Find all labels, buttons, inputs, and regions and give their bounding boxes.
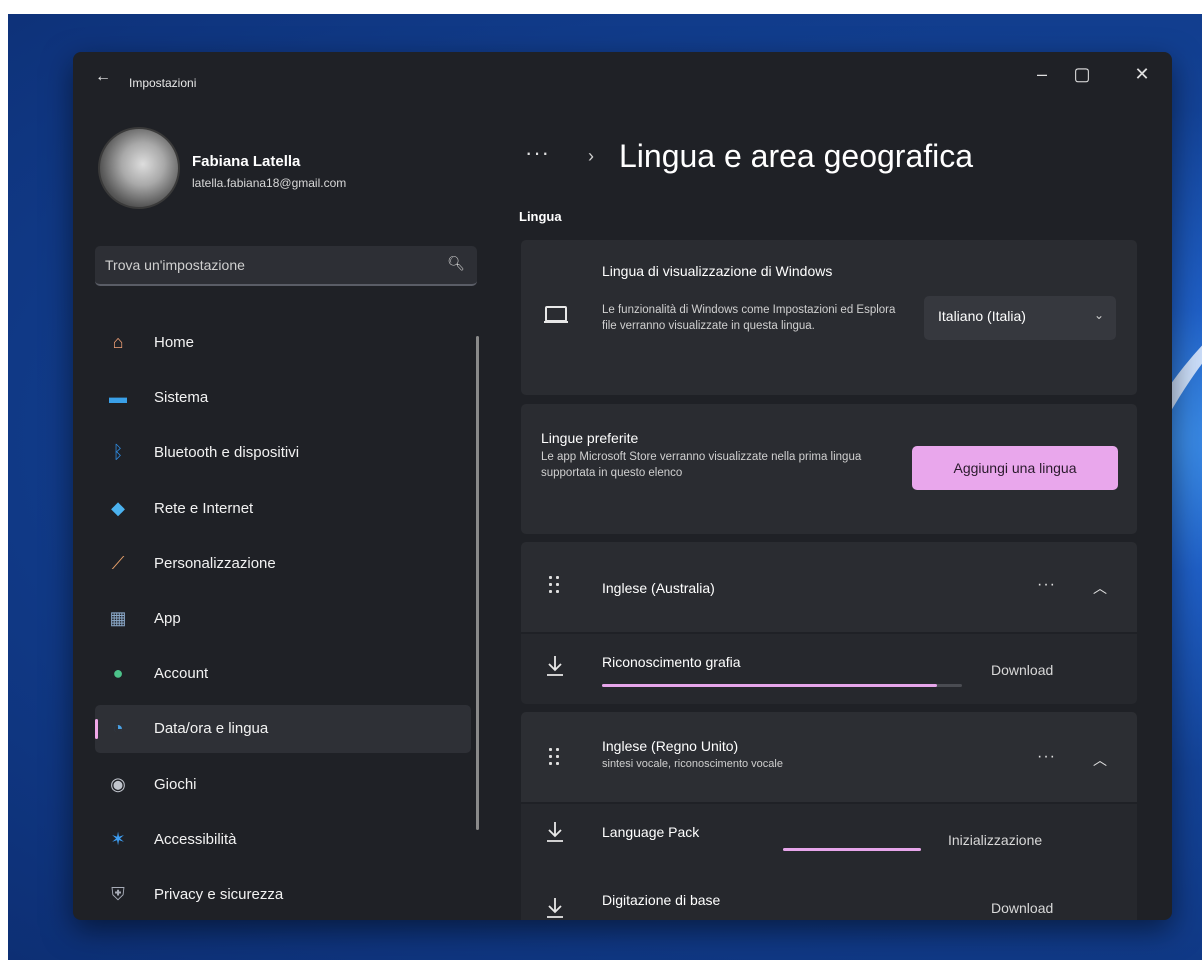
brush-icon: ⟋ xyxy=(111,552,125,573)
sidebar-item-label: Home xyxy=(154,334,195,351)
sidebar-item-giochi[interactable]: ◉ Giochi xyxy=(95,761,471,809)
page-title: Lingua e area geografica xyxy=(619,138,974,174)
download-icon xyxy=(547,656,563,676)
sidebar-item-home[interactable]: ⌂ Home xyxy=(95,319,471,367)
sidebar-item-personalizzazione[interactable]: ⟋ Personalizzazione xyxy=(95,540,471,588)
active-indicator xyxy=(95,719,98,740)
language-feature-list: Language Pack Inizializzazione Digitazio… xyxy=(521,804,1137,920)
sidebar-scrollbar[interactable] xyxy=(476,336,479,830)
globe-clock-icon: ◔ xyxy=(112,718,124,739)
breadcrumb-separator: › xyxy=(588,146,594,166)
sidebar-item-privacy-e-sicurezza[interactable]: ⛨ Privacy e sicurezza xyxy=(95,871,471,919)
desktop-background: ← Impostazioni – ▢ ✕ Fabiana Latella lat… xyxy=(8,14,1202,960)
sidebar-item-label: Personalizzazione xyxy=(154,554,276,572)
download-icon xyxy=(547,822,563,842)
user-email: latella.fabiana18@gmail.com xyxy=(192,176,347,190)
sidebar-item-rete-e-internet[interactable]: ◆ Rete e Internet xyxy=(95,485,471,533)
shield-icon: ⛨ xyxy=(111,884,125,904)
close-button[interactable]: ✕ xyxy=(1127,64,1157,85)
sidebar-item-label: Sistema xyxy=(154,389,209,407)
monitor-icon: ▬ xyxy=(109,387,127,408)
monitor-icon xyxy=(544,306,568,323)
sidebar-item-app[interactable]: ▦ App xyxy=(95,595,471,643)
avatar[interactable] xyxy=(98,127,180,209)
feature-label: Digitazione di base xyxy=(602,892,721,908)
sidebar-item-label: Accessibilità xyxy=(154,830,237,848)
display-language-title: Lingua di visualizzazione di Windows xyxy=(602,263,833,279)
minimize-button[interactable]: – xyxy=(1027,64,1057,85)
app-title: Impostazioni xyxy=(129,76,197,90)
search-icon[interactable]: 🔍︎ xyxy=(447,255,465,272)
language-subtitle: sintesi vocale, riconoscimento vocale xyxy=(602,758,783,770)
user-name: Fabiana Latella xyxy=(192,153,301,170)
more-options-icon[interactable]: ··· xyxy=(1037,748,1056,766)
gamepad-icon: ◉ xyxy=(110,773,126,794)
sidebar-item-accessibilit[interactable]: ✶ Accessibilità xyxy=(95,816,471,864)
language-row-english-uk[interactable]: Inglese (Regno Unito) sintesi vocale, ri… xyxy=(521,712,1137,802)
display-language-value: Italiano (Italia) xyxy=(938,308,1026,324)
bluetooth-icon: ᛒ xyxy=(112,442,124,463)
chevron-down-icon: ⌄ xyxy=(1093,308,1104,322)
language-row-english-australia[interactable]: Inglese (Australia) ··· ︿ xyxy=(521,542,1137,632)
wifi-icon: ◆ xyxy=(111,497,125,518)
language-name: Inglese (Australia) xyxy=(602,580,715,596)
sidebar-item-sistema[interactable]: ▬ Sistema xyxy=(95,374,471,422)
sidebar-item-label: Rete e Internet xyxy=(154,499,254,517)
feature-progress-fill xyxy=(783,848,921,851)
language-name: Inglese (Regno Unito) xyxy=(602,738,739,754)
chevron-up-icon[interactable]: ︿ xyxy=(1093,578,1107,598)
drag-grip-icon[interactable] xyxy=(549,576,563,600)
title-bar: ← Impostazioni – ▢ ✕ xyxy=(73,52,1172,116)
display-language-card: Lingua di visualizzazione di Windows Le … xyxy=(521,240,1137,395)
display-language-description: Le funzionalità di Windows come Impostaz… xyxy=(602,304,896,332)
sidebar-item-label: App xyxy=(154,610,181,627)
breadcrumb-more-button[interactable]: ··· xyxy=(525,140,550,166)
account-icon: ● xyxy=(112,663,124,684)
apps-icon: ▦ xyxy=(109,608,127,628)
search-placeholder: Trova un'impostazione xyxy=(105,257,245,273)
sidebar-item-label: Account xyxy=(154,665,209,683)
feature-progress-bar xyxy=(783,848,921,851)
sidebar-item-label: Data/ora e lingua xyxy=(154,720,269,738)
section-label: Lingua xyxy=(519,209,562,224)
feature-progress-bar xyxy=(602,684,962,687)
language-feature-row: Riconoscimento grafia Download xyxy=(521,634,1137,704)
feature-status: Inizializzazione xyxy=(948,832,1043,848)
drag-grip-icon[interactable] xyxy=(549,748,563,772)
sidebar-item-bluetooth-e-dispositivi[interactable]: ᛒ Bluetooth e dispositivi xyxy=(95,429,471,477)
sidebar-item-label: Giochi xyxy=(154,775,197,793)
sidebar-item-account[interactable]: ● Account xyxy=(95,650,471,698)
sidebar-item-data-ora-e-lingua[interactable]: ◔ Data/ora e lingua xyxy=(95,705,471,754)
settings-window: ← Impostazioni – ▢ ✕ Fabiana Latella lat… xyxy=(73,52,1172,920)
home-icon: ⌂ xyxy=(112,332,124,352)
download-icon xyxy=(547,898,563,918)
add-language-button[interactable]: Aggiungi una lingua xyxy=(912,446,1118,490)
feature-status: Download xyxy=(991,662,1054,678)
preferred-languages-card: Lingue preferite Le app Microsoft Store … xyxy=(521,404,1137,534)
accessibility-icon: ✶ xyxy=(110,828,126,849)
feature-label: Language Pack xyxy=(602,824,700,840)
feature-label: Riconoscimento grafia xyxy=(602,654,741,670)
display-language-select[interactable]: Italiano (Italia) ⌄ xyxy=(924,296,1116,340)
chevron-up-icon[interactable]: ︿ xyxy=(1093,750,1107,770)
sidebar-item-label: Bluetooth e dispositivi xyxy=(154,444,300,462)
back-arrow-icon[interactable]: ← xyxy=(95,68,111,86)
search-input[interactable]: Trova un'impostazione 🔍︎ xyxy=(95,246,477,286)
more-options-icon[interactable]: ··· xyxy=(1037,576,1056,594)
feature-progress-fill xyxy=(602,684,937,687)
sidebar-item-label: Privacy e sicurezza xyxy=(154,886,284,903)
preferred-languages-description: Le app Microsoft Store verranno visualiz… xyxy=(541,451,862,479)
feature-status: Download xyxy=(991,900,1054,916)
maximize-button[interactable]: ▢ xyxy=(1067,64,1097,85)
preferred-languages-title: Lingue preferite xyxy=(541,430,639,446)
